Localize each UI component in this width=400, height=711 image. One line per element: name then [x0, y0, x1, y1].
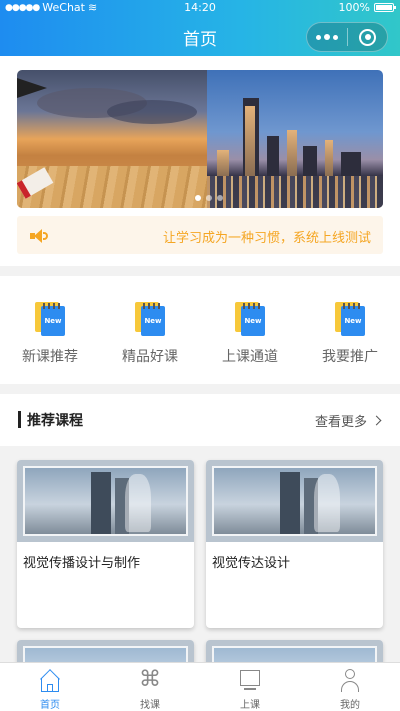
book-icon: New — [235, 302, 265, 336]
mini-program-capsule — [306, 22, 388, 52]
notice-bar[interactable]: 让学习成为一种习惯，系统上线测试 — [17, 216, 383, 254]
tab-label: 我的 — [340, 700, 360, 711]
target-icon — [359, 28, 376, 46]
home-icon — [37, 668, 63, 693]
tab-class[interactable]: 上课 — [200, 663, 300, 711]
banner-carousel[interactable] — [17, 70, 383, 208]
menu-label: 我要推广 — [322, 349, 378, 365]
page-content[interactable]: 让学习成为一种习惯，系统上线测试 New 新课推荐 New 精品好课 New 上… — [0, 56, 400, 662]
user-icon — [337, 668, 363, 693]
close-program-button[interactable] — [348, 23, 387, 51]
chevron-right-icon — [371, 415, 382, 426]
menu-label: 精品好课 — [122, 349, 178, 365]
status-bar: ●●●●● WeChat ≋ 14:20 100% — [0, 0, 400, 16]
more-icon[interactable] — [307, 23, 347, 51]
tab-mine[interactable]: 我的 — [300, 663, 400, 711]
banner-image-city — [207, 70, 383, 208]
graduation-cap-icon — [17, 78, 47, 98]
command-icon: ⌘ — [139, 667, 161, 692]
battery-status: 100% — [338, 1, 396, 14]
tab-home[interactable]: 首页 — [0, 663, 100, 711]
menu-label: 新课推荐 — [22, 349, 78, 365]
notice-text: 让学习成为一种习惯，系统上线测试 — [162, 231, 371, 246]
book-icon: New — [335, 302, 365, 336]
course-thumbnail — [17, 640, 194, 662]
quick-menu: New 新课推荐 New 精品好课 New 上课通道 New 我要推广 — [0, 276, 400, 384]
monitor-icon — [237, 668, 263, 693]
course-thumbnail — [17, 460, 194, 542]
battery-percent: 100% — [338, 1, 370, 14]
course-card[interactable] — [17, 640, 194, 662]
carousel-indicator[interactable] — [195, 195, 223, 201]
tab-label: 找课 — [140, 700, 160, 711]
course-card[interactable]: 视觉传播设计与制作 — [17, 460, 194, 628]
banner-image-graduation — [17, 70, 207, 208]
menu-item-quality-courses[interactable]: New 精品好课 — [100, 276, 200, 384]
battery-icon — [374, 3, 396, 12]
book-icon: New — [135, 302, 165, 336]
menu-item-new-courses[interactable]: New 新课推荐 — [0, 276, 100, 384]
view-more-label: 查看更多 — [314, 415, 367, 430]
menu-label: 上课通道 — [222, 349, 278, 365]
course-thumbnail — [206, 460, 383, 542]
recommended-section-header: 推荐课程 查看更多 — [0, 394, 400, 446]
section-title: 推荐课程 — [27, 413, 83, 429]
course-thumbnail — [206, 640, 383, 662]
view-more-link[interactable]: 查看更多 — [314, 411, 382, 430]
course-title: 视觉传达设计 — [212, 556, 291, 571]
tab-bar: 首页 ⌘ 找课 上课 我的 — [0, 662, 400, 711]
course-title: 视觉传播设计与制作 — [23, 556, 141, 571]
tab-label: 首页 — [40, 700, 60, 711]
section-marker — [18, 411, 21, 428]
menu-item-promote[interactable]: New 我要推广 — [300, 276, 400, 384]
course-card[interactable] — [206, 640, 383, 662]
course-grid: 视觉传播设计与制作 视觉传达设计 — [0, 460, 400, 662]
top-block: 让学习成为一种习惯，系统上线测试 — [0, 56, 400, 266]
tab-label: 上课 — [240, 700, 260, 711]
book-icon: New — [35, 302, 65, 336]
tab-find-course[interactable]: ⌘ 找课 — [100, 663, 200, 711]
course-card[interactable]: 视觉传达设计 — [206, 460, 383, 628]
speaker-icon — [30, 229, 48, 243]
navigation-bar: 首页 — [0, 16, 400, 56]
menu-item-class-channel[interactable]: New 上课通道 — [200, 276, 300, 384]
